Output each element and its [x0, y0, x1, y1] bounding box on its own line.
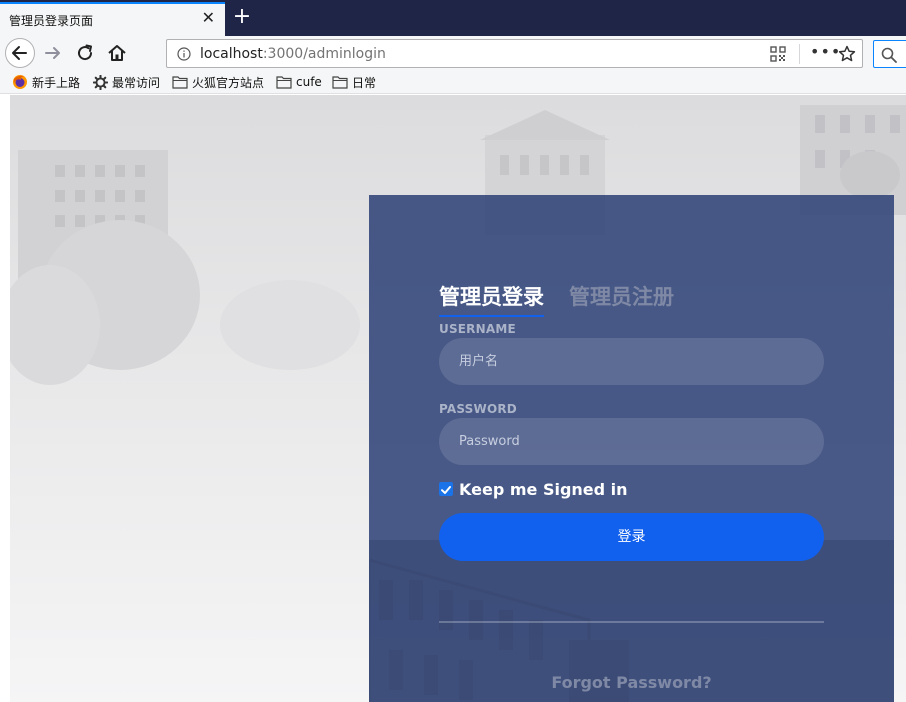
arrow-right-icon	[45, 47, 60, 59]
new-tab-button[interactable]: +	[230, 3, 254, 31]
firefox-icon	[13, 75, 27, 89]
url-text[interactable]: localhost:3000/adminlogin	[200, 46, 386, 62]
home-icon	[108, 45, 126, 61]
username-label: USERNAME	[439, 322, 516, 336]
folder-icon	[172, 76, 188, 89]
bookmark-folder[interactable]: 火狐官方站点	[172, 74, 264, 90]
bookmark-folder[interactable]: cufe	[276, 74, 322, 90]
password-label: PASSWORD	[439, 402, 517, 416]
bookmark-star-icon[interactable]	[838, 45, 856, 63]
login-panel: 管理员登录 管理员注册 USERNAME PASSWORD Keep me Si…	[369, 195, 894, 702]
bookmark-label: 日常	[352, 75, 377, 90]
reload-icon	[78, 44, 93, 61]
bookmark-label: 新手上路	[32, 75, 81, 90]
bookmarks-toolbar: 新手上路 最常访问 火狐官方站点 cufe 日常	[0, 70, 906, 94]
browser-tab[interactable]: 管理员登录页面 ✕	[0, 2, 225, 36]
home-button[interactable]	[106, 42, 128, 64]
url-path: :3000/adminlogin	[262, 46, 386, 62]
page-edge	[0, 95, 10, 702]
divider	[439, 621, 824, 623]
folder-icon	[276, 76, 292, 89]
tab-admin-login[interactable]: 管理员登录	[439, 281, 544, 317]
remember-me[interactable]: Keep me Signed in	[439, 479, 628, 499]
remember-label: Keep me Signed in	[459, 479, 628, 499]
password-input[interactable]	[439, 418, 824, 465]
tab-title: 管理员登录页面	[9, 14, 94, 28]
qr-code-icon[interactable]	[770, 46, 786, 62]
gear-icon	[93, 74, 108, 90]
tab-admin-register[interactable]: 管理员注册	[569, 281, 674, 311]
bookmark-item[interactable]: 最常访问	[93, 74, 160, 90]
bookmark-folder[interactable]: 日常	[332, 74, 376, 90]
folder-icon	[332, 76, 348, 89]
info-icon[interactable]	[177, 47, 191, 61]
reload-button[interactable]	[74, 42, 96, 64]
bookmark-label: 最常访问	[112, 75, 161, 90]
url-host: localhost	[200, 46, 263, 62]
username-input[interactable]	[439, 338, 824, 385]
page-viewport: 管理员登录 管理员注册 USERNAME PASSWORD Keep me Si…	[0, 95, 906, 702]
url-bar-separator	[799, 44, 800, 64]
tab-strip: 管理员登录页面 ✕ +	[0, 0, 906, 36]
forward-button[interactable]	[42, 42, 64, 64]
navigation-bar: localhost:3000/adminlogin •••	[0, 36, 906, 70]
close-icon[interactable]: ✕	[202, 9, 215, 27]
arrow-left-icon	[12, 46, 27, 60]
back-button[interactable]	[5, 38, 35, 68]
login-button[interactable]: 登录	[439, 513, 824, 561]
search-icon	[881, 47, 897, 63]
checkmark-icon	[441, 486, 451, 494]
bookmark-label: cufe	[296, 75, 322, 89]
url-bar[interactable]: localhost:3000/adminlogin •••	[166, 39, 863, 68]
search-box[interactable]	[873, 40, 906, 68]
bookmark-label: 火狐官方站点	[192, 75, 265, 90]
bookmark-item[interactable]: 新手上路	[12, 74, 80, 90]
more-actions-icon[interactable]: •••	[810, 44, 840, 63]
forgot-password-link[interactable]: Forgot Password?	[439, 673, 824, 692]
remember-checkbox[interactable]	[439, 482, 453, 496]
